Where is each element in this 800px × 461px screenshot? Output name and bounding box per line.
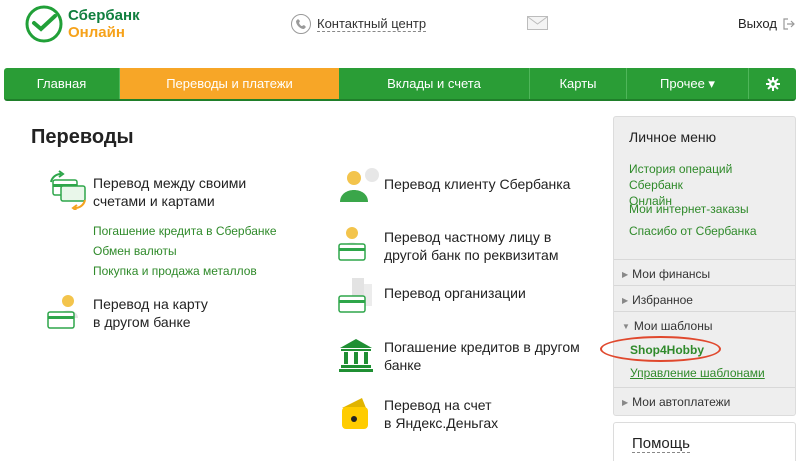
- logout-label: Выход: [738, 16, 777, 31]
- panel-divider: [614, 311, 795, 312]
- highlight-oval: [600, 336, 721, 362]
- manage-templates-link[interactable]: Управление шаблонами: [630, 366, 765, 380]
- transfer-own-accounts-label: Перевод между своими счетами и картами: [93, 175, 247, 209]
- section-my-templates-label: Мои шаблоны: [633, 319, 713, 333]
- sublink-credit-repayment[interactable]: Погашение кредита в Сбербанке: [93, 224, 277, 238]
- nav-settings[interactable]: [749, 68, 796, 99]
- wallet-icon: [342, 398, 368, 429]
- help-title[interactable]: Помощь: [632, 435, 690, 453]
- repay-credit-other-bank[interactable]: Погашение кредитов в другом банке: [336, 336, 580, 378]
- nav-cards[interactable]: Карты: [530, 68, 627, 99]
- person-card-icon: [338, 227, 366, 261]
- nav-transfers-payments[interactable]: Переводы и платежи: [120, 68, 339, 99]
- logo-text: Сбербанк Онлайн: [68, 7, 140, 41]
- section-my-autopayments-label: Мои автоплатежи: [632, 395, 731, 409]
- transfer-own-accounts[interactable]: Перевод между своими счетами и картами: [45, 168, 246, 210]
- cards-transfer-icon: [50, 170, 86, 210]
- sberbank-logo[interactable]: Сбербанк Онлайн: [25, 5, 140, 43]
- triangle-right-icon: ▶: [622, 397, 629, 407]
- transfer-yandex-money[interactable]: Перевод на счет в Яндекс.Деньгах: [336, 394, 498, 436]
- nav-main[interactable]: Главная: [4, 68, 120, 99]
- panel-divider: [614, 285, 795, 286]
- bank-icon: [339, 339, 373, 372]
- transfer-organization[interactable]: Перевод организации: [336, 276, 526, 318]
- logout-button[interactable]: Выход: [738, 16, 795, 31]
- section-my-finances-label: Мои финансы: [632, 267, 711, 281]
- gear-icon: [765, 76, 780, 91]
- transfer-sber-client[interactable]: Перевод клиенту Сбербанка: [336, 164, 570, 206]
- personal-menu-title: Личное меню: [629, 129, 717, 145]
- logout-icon: [783, 17, 795, 30]
- main-nav: Главная Переводы и платежи Вклады и счет…: [4, 68, 796, 101]
- sublink-currency-exchange[interactable]: Обмен валюты: [93, 244, 177, 258]
- contact-center-link[interactable]: Контактный центр: [291, 14, 427, 34]
- mail-icon[interactable]: [527, 16, 548, 30]
- panel-divider: [614, 259, 795, 260]
- transfer-card-other-bank[interactable]: Перевод на карту в другом банке: [45, 292, 208, 334]
- panel-link-orders[interactable]: Мои интернет-заказы: [629, 201, 779, 217]
- person-card-icon: [47, 295, 78, 329]
- transfer-private-person[interactable]: Перевод частному лицу в другой банк по р…: [336, 224, 558, 266]
- panel-link-spasibo[interactable]: Спасибо от Сбербанка: [629, 223, 779, 239]
- sublink-metals[interactable]: Покупка и продажа металлов: [93, 264, 257, 278]
- triangle-right-icon: ▶: [622, 295, 629, 305]
- panel-divider: [614, 387, 795, 388]
- transfer-sber-client-label: Перевод клиенту Сбербанка: [384, 176, 571, 192]
- triangle-down-icon: ▼: [622, 321, 630, 331]
- sberbank-logo-icon: [25, 5, 63, 43]
- transfer-private-person-label: Перевод частному лицу в другой банк по р…: [384, 229, 559, 263]
- phone-icon: [291, 14, 311, 34]
- logo-line2: Онлайн: [68, 24, 125, 41]
- nav-deposits-accounts[interactable]: Вклады и счета: [339, 68, 530, 99]
- building-card-icon: [338, 278, 372, 313]
- transfer-yandex-money-label: Перевод на счет в Яндекс.Деньгах: [384, 397, 499, 431]
- help-panel: Помощь: [613, 422, 796, 461]
- transfer-card-other-bank-label: Перевод на карту в другом банке: [93, 296, 208, 330]
- contact-center-label: Контактный центр: [317, 16, 427, 32]
- section-my-templates[interactable]: ▼ Мои шаблоны: [622, 319, 712, 333]
- person-client-icon: [340, 168, 379, 202]
- section-my-finances[interactable]: ▶ Мои финансы: [622, 267, 710, 281]
- nav-other[interactable]: Прочее ▾: [627, 68, 749, 99]
- personal-menu-panel: Личное меню История операций Сбербанк Он…: [613, 116, 796, 416]
- logo-line1: Сбербанк: [68, 7, 140, 24]
- repay-credit-other-bank-label: Погашение кредитов в другом банке: [384, 339, 580, 373]
- section-favorites[interactable]: ▶ Избранное: [622, 293, 693, 307]
- page-title: Переводы: [31, 126, 134, 148]
- triangle-right-icon: ▶: [622, 269, 629, 279]
- transfer-organization-label: Перевод организации: [384, 285, 526, 301]
- section-favorites-label: Избранное: [632, 293, 693, 307]
- section-my-autopayments[interactable]: ▶ Мои автоплатежи: [622, 395, 730, 409]
